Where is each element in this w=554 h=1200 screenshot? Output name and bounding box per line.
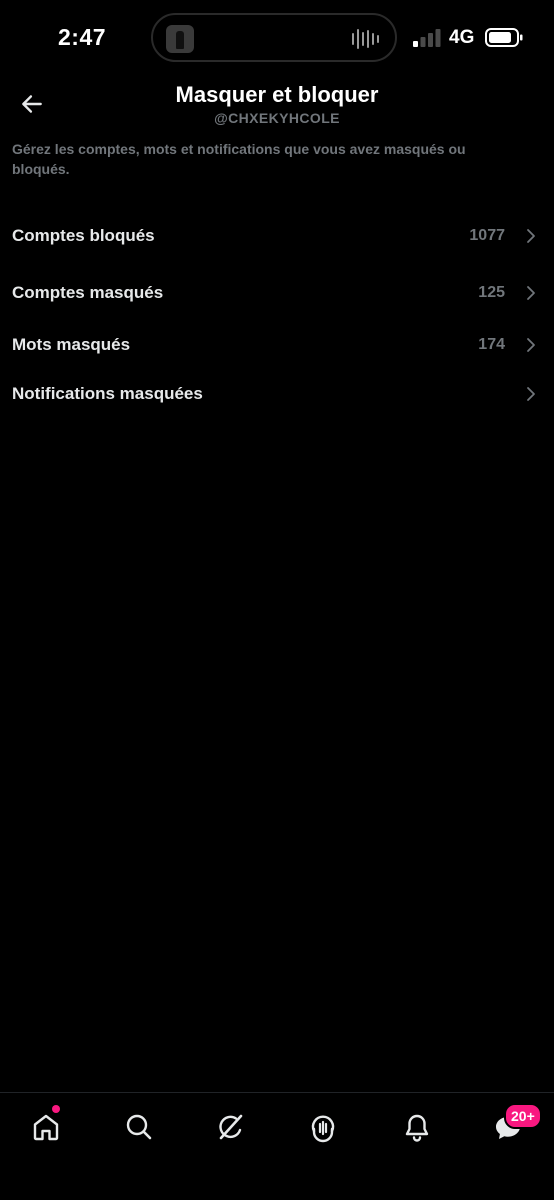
now-playing-thumbnail bbox=[166, 25, 194, 53]
menu-item-count: 1077 bbox=[469, 227, 505, 244]
menu-item-muted-words[interactable]: Mots masqués 174 bbox=[0, 320, 554, 370]
home-unread-dot bbox=[52, 1105, 60, 1113]
nav-spaces[interactable] bbox=[305, 1109, 341, 1145]
nav-search[interactable] bbox=[121, 1109, 157, 1145]
home-icon bbox=[33, 1114, 59, 1141]
chevron-right-icon bbox=[527, 387, 535, 401]
audio-waveform-icon bbox=[352, 29, 379, 49]
grok-icon bbox=[219, 1114, 243, 1140]
menu-item-label: Mots masqués bbox=[12, 335, 131, 354]
chevron-right-icon bbox=[527, 338, 535, 352]
menu-item-label: Comptes bloqués bbox=[12, 226, 155, 245]
nav-grok[interactable] bbox=[213, 1109, 249, 1145]
messages-badge: 20+ bbox=[504, 1103, 542, 1129]
chevron-right-icon bbox=[527, 229, 535, 243]
menu-item-label: Notifications masquées bbox=[12, 384, 203, 403]
spaces-icon bbox=[311, 1115, 335, 1143]
cellular-signal-icon bbox=[413, 29, 441, 47]
battery-icon bbox=[485, 28, 523, 47]
status-bar: 2:47 4G bbox=[0, 0, 554, 76]
page-title: Masquer et bloquer bbox=[175, 82, 379, 107]
notifications-bell-icon bbox=[405, 1114, 429, 1142]
menu-item-blocked-accounts[interactable]: Comptes bloqués 1077 bbox=[0, 211, 554, 261]
chevron-right-icon bbox=[527, 286, 535, 300]
menu-item-label: Comptes masqués bbox=[12, 283, 164, 302]
network-type: 4G bbox=[449, 27, 475, 48]
menu-item-count: 174 bbox=[478, 336, 505, 353]
search-icon bbox=[126, 1114, 152, 1140]
menu-item-count: 125 bbox=[478, 284, 505, 301]
nav-notifications[interactable] bbox=[399, 1109, 435, 1145]
status-time: 2:47 bbox=[58, 24, 107, 50]
menu-item-muted-notifications[interactable]: Notifications masquées bbox=[0, 369, 554, 419]
page-description: Gérez les comptes, mots et notifications… bbox=[12, 141, 466, 177]
bottom-navigation: 20+ bbox=[0, 1092, 554, 1200]
nav-home[interactable] bbox=[28, 1109, 64, 1145]
account-handle: @CHXEKYHCOLE bbox=[214, 110, 340, 126]
dynamic-island bbox=[151, 13, 397, 62]
menu-item-muted-accounts[interactable]: Comptes masqués 125 bbox=[0, 268, 554, 318]
